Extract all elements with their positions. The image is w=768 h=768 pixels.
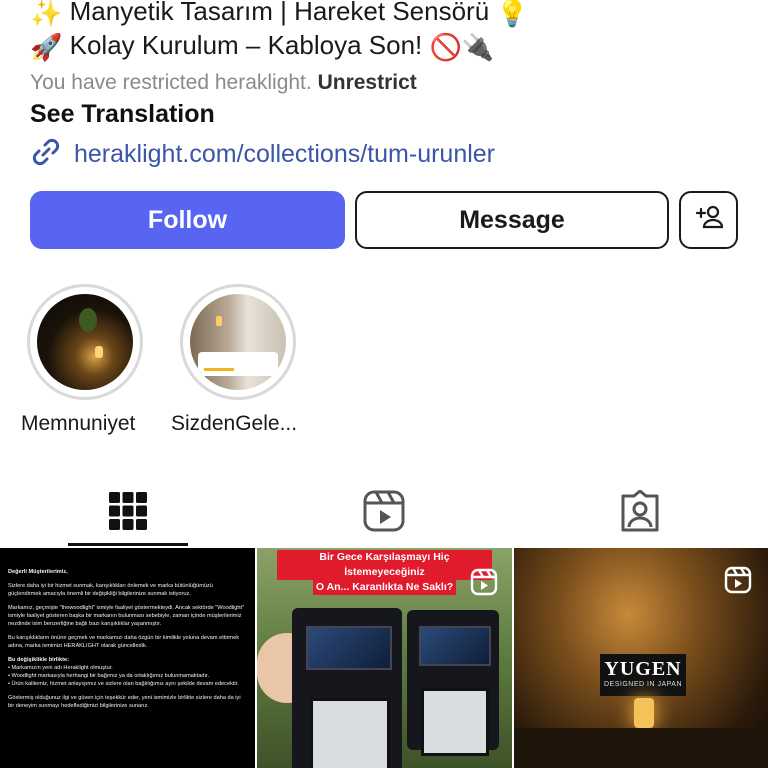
announcement-bullet: • Woodlight markasıyla herhangi bir bağı… <box>8 673 210 679</box>
website-link[interactable]: heraklight.com/collections/tum-urunler <box>30 136 495 173</box>
announcement-paragraph: Markamız, geçmişte "thewoodlight" ismiyl… <box>8 605 245 627</box>
table-surface <box>514 728 768 768</box>
highlight-cover <box>190 294 286 390</box>
website-link-text[interactable]: heraklight.com/collections/tum-urunler <box>74 140 495 169</box>
lamp-glow <box>634 698 654 728</box>
reel-icon <box>470 568 498 601</box>
highlight-label: Memnuniyet <box>21 412 136 435</box>
add-user-button[interactable] <box>679 191 738 249</box>
highlight-ring <box>180 284 296 400</box>
announcement-greeting: Değerli Müşterilerimiz, <box>8 569 68 575</box>
tab-tagged[interactable] <box>512 480 768 546</box>
post-tile-announcement[interactable]: Değerli Müşterilerimiz, Sizlere daha iyi… <box>0 548 255 768</box>
sparkles-icon: ✨ <box>30 0 63 28</box>
profile-tabs <box>0 480 768 546</box>
tagged-icon <box>619 489 661 537</box>
highlight-cover <box>37 294 133 390</box>
highlight-sizdengele[interactable]: SizdenGele... <box>171 284 298 435</box>
announcement-paragraph: Göstermiş olduğunuz ilgi ve güven için t… <box>8 695 241 709</box>
highlight-memnuniyet[interactable]: Memnuniyet <box>21 284 145 435</box>
yugen-badge: YUGEN DESIGNED IN JAPAN <box>600 654 686 696</box>
no-cable-icon: 🚫🔌 <box>429 31 495 62</box>
post-caption-line: O An... Karanlıkta Ne Saklı? <box>312 580 457 595</box>
yugen-brand: YUGEN <box>604 658 682 680</box>
restricted-text: You have restricted heraklight. <box>30 71 312 94</box>
post-tile-solar-lamp[interactable]: Bir Gece Karşılaşmayı Hiç İstemeyeceğini… <box>257 548 512 768</box>
bio-line-2: 🚀 Kolay Kurulum – Kabloya Son! 🚫🔌 <box>30 30 494 63</box>
lightbulb-icon: 💡 <box>496 0 529 28</box>
announcement-paragraph: Sizlere daha iyi bir hizmet sunmak, karı… <box>8 583 213 597</box>
bio-line-1-text: Manyetik Tasarım | Hareket Sensörü <box>69 0 490 26</box>
restricted-notice: You have restricted heraklight. Unrestri… <box>30 71 417 95</box>
highlight-ring <box>27 284 143 400</box>
see-translation-link[interactable]: See Translation <box>30 100 215 129</box>
lamp-right <box>407 610 499 756</box>
post-tile-yugen[interactable]: YUGEN DESIGNED IN JAPAN <box>514 548 768 768</box>
rocket-icon: 🚀 <box>30 31 63 62</box>
post-caption: Bir Gece Karşılaşmayı Hiç İstemeyeceğini… <box>277 550 492 595</box>
add-user-icon <box>694 202 724 239</box>
message-button[interactable]: Message <box>355 191 669 249</box>
active-tab-indicator <box>68 543 188 546</box>
tab-reels[interactable] <box>256 480 512 546</box>
announcement-bullet: • Markamızın yeni adı Heraklight olmuştu… <box>8 665 113 671</box>
tab-posts[interactable] <box>0 480 256 546</box>
reels-icon <box>363 490 405 537</box>
yugen-sub: DESIGNED IN JAPAN <box>604 681 682 688</box>
follow-button[interactable]: Follow <box>30 191 345 249</box>
posts-grid: Değerli Müşterilerimiz, Sizlere daha iyi… <box>0 548 768 768</box>
grid-icon <box>108 491 148 536</box>
highlight-label: SizdenGele... <box>171 412 298 435</box>
announcement-list-title: Bu değişiklikle birlikte: <box>8 657 69 663</box>
announcement-paragraph: Bu karışıklıkların önüne geçmek ve marka… <box>8 635 239 649</box>
post-caption-line: Bir Gece Karşılaşmayı Hiç İstemeyeceğini… <box>277 550 492 580</box>
bio-line-1: ✨ Manyetik Tasarım | Hareket Sensörü 💡 <box>30 0 529 29</box>
link-icon <box>30 136 62 173</box>
reel-icon <box>724 566 752 599</box>
lamp-left <box>292 608 402 768</box>
bio-line-2-text: Kolay Kurulum – Kabloya Son! <box>69 30 423 60</box>
announcement-bullet: • Ürün kalitemiz, hizmet anlayışımız ve … <box>8 681 239 687</box>
unrestrict-link[interactable]: Unrestrict <box>318 71 417 94</box>
announcement-text: Değerli Müşterilerimiz, Sizlere daha iyi… <box>0 548 255 710</box>
